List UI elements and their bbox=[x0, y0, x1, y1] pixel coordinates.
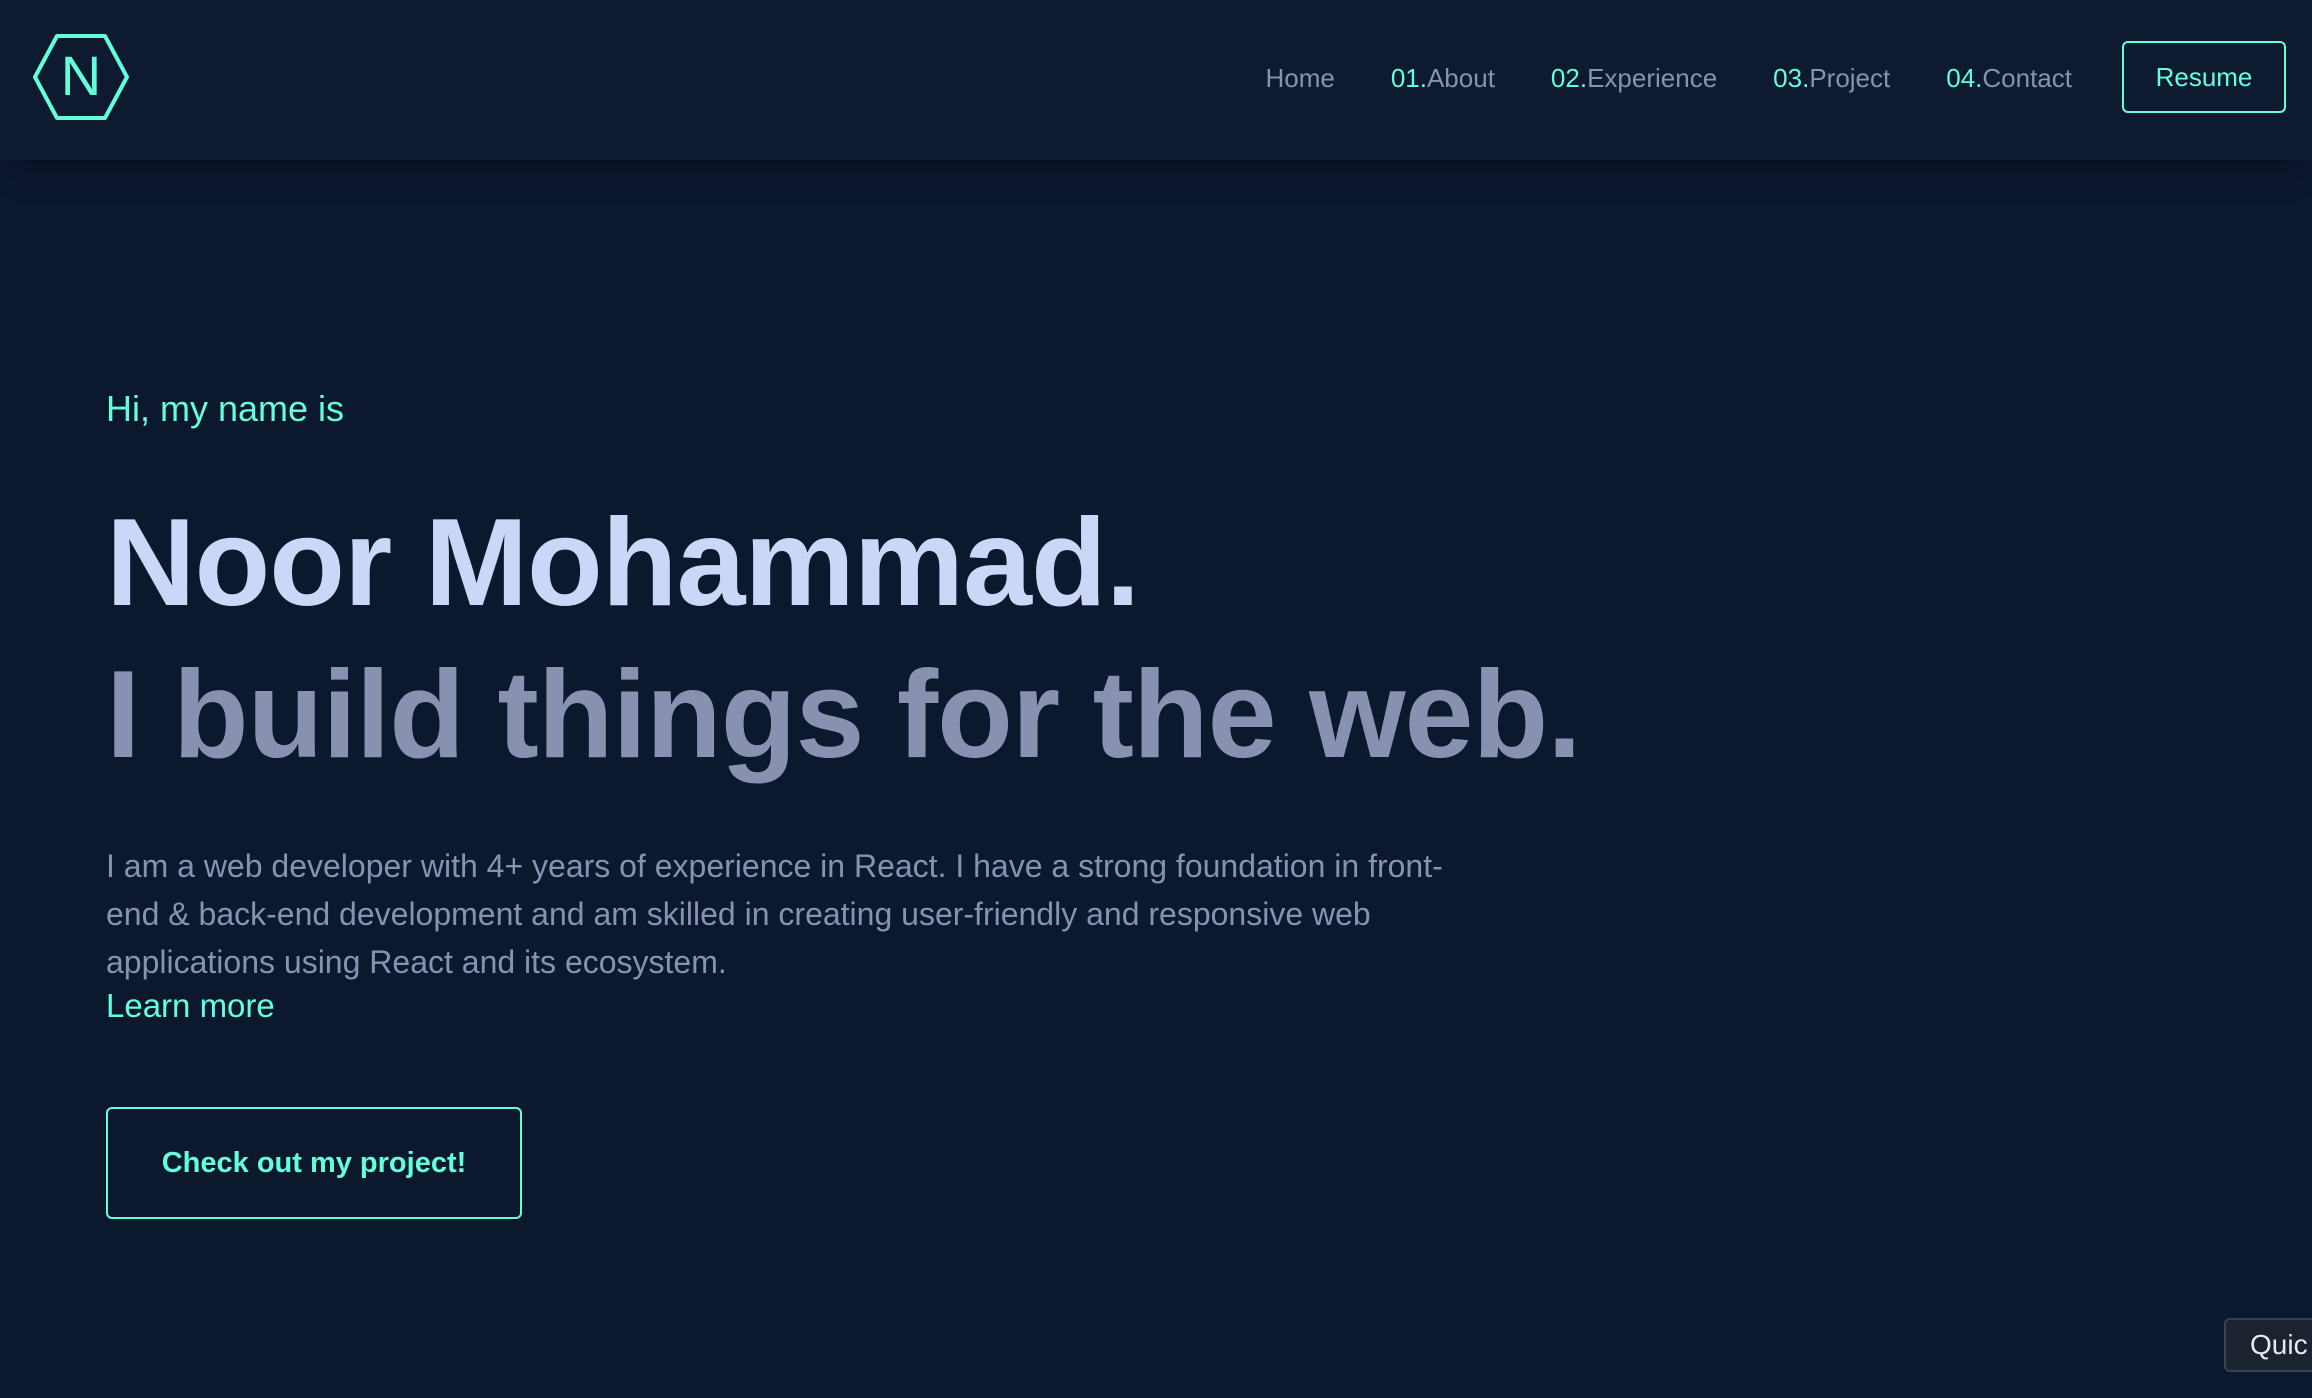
learn-more-link[interactable]: Learn more bbox=[106, 987, 275, 1025]
hero-name: Noor Mohammad. bbox=[106, 494, 1140, 632]
nav-item-number: 01. bbox=[1390, 62, 1427, 93]
main-nav: Home 01.About 02.Experience 03.Project 0… bbox=[1265, 0, 2072, 156]
quick-widget-button[interactable]: Quic bbox=[2224, 1318, 2312, 1372]
nav-item-label: About bbox=[1426, 62, 1495, 93]
nav-item-number: 02. bbox=[1550, 62, 1588, 93]
nav-item-label: Project bbox=[1809, 62, 1891, 93]
nav-item-contact[interactable]: 04.Contact bbox=[1946, 63, 2072, 94]
greeting-text: Hi, my name is bbox=[106, 388, 345, 429]
logo-icon[interactable]: N bbox=[32, 32, 130, 122]
check-out-project-button[interactable]: Check out my project! bbox=[106, 1107, 522, 1219]
resume-button[interactable]: Resume bbox=[2122, 41, 2286, 113]
hero-bio: I am a web developer with 4+ years of ex… bbox=[106, 848, 1443, 980]
nav-item-number: 04. bbox=[1946, 62, 1983, 93]
nav-item-number: 03. bbox=[1773, 62, 1810, 93]
nav-item-home[interactable]: Home bbox=[1265, 63, 1334, 94]
hero-tagline: I build things for the web. bbox=[106, 646, 1582, 784]
nav-item-project[interactable]: 03.Project bbox=[1773, 63, 1890, 94]
nav-item-label: Home bbox=[1265, 62, 1335, 93]
nav-item-experience[interactable]: 02.Experience bbox=[1551, 63, 1717, 94]
nav-item-about[interactable]: 01.About bbox=[1391, 63, 1495, 94]
site-header: N Home 01.About 02.Experience 03.Project… bbox=[0, 0, 2312, 160]
nav-item-label: Experience bbox=[1587, 62, 1718, 93]
nav-item-label: Contact bbox=[1982, 62, 2072, 93]
logo-letter: N bbox=[61, 44, 101, 107]
